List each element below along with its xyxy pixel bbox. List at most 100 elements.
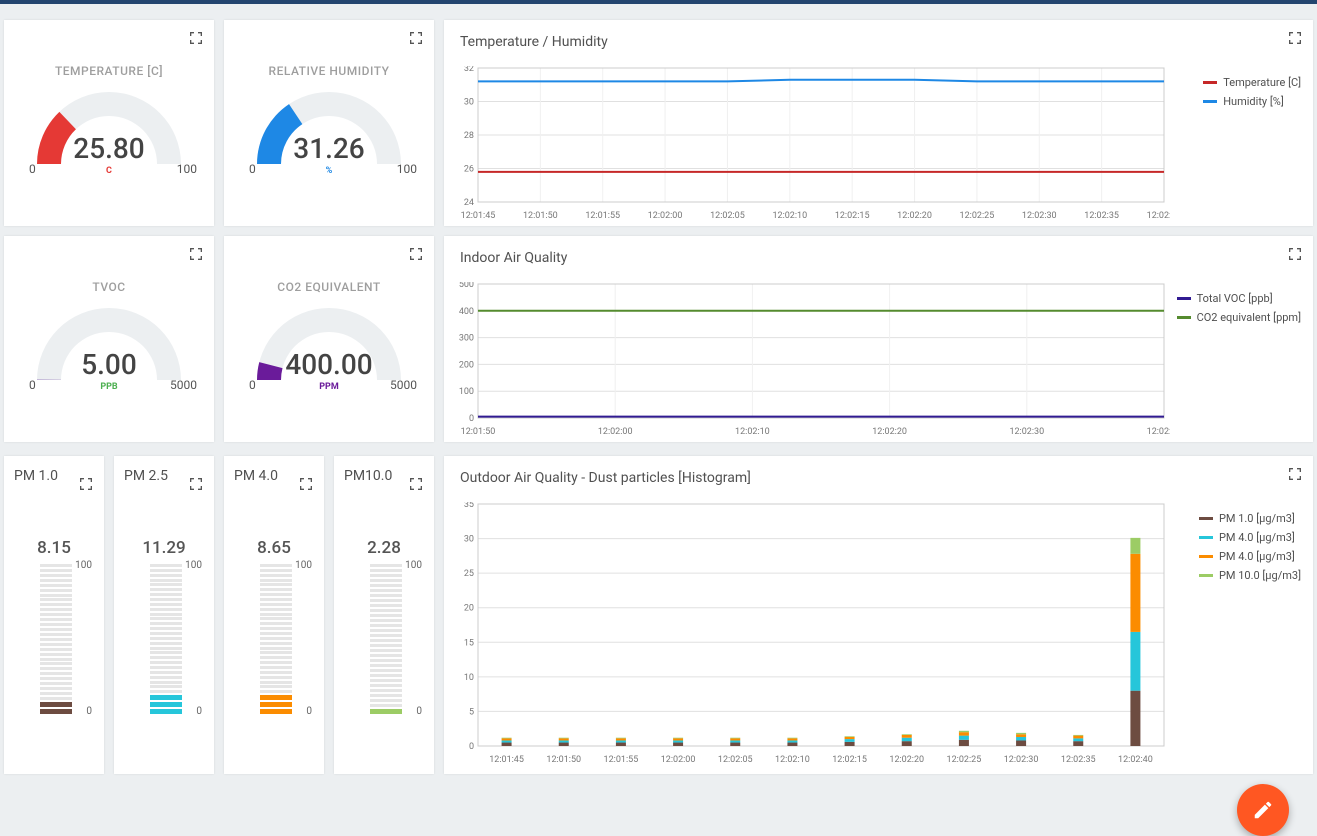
bar-min: 0 bbox=[306, 706, 312, 717]
expand-icon[interactable] bbox=[188, 246, 204, 262]
expand-icon[interactable] bbox=[188, 476, 204, 492]
svg-text:12:01:45: 12:01:45 bbox=[489, 755, 524, 765]
gauge-tvoc: 5.00 PPB 0 5000 bbox=[19, 300, 199, 390]
svg-text:5: 5 bbox=[469, 707, 474, 717]
gauge-title: TEMPERATURE [C] bbox=[4, 64, 214, 78]
fab-edit-button[interactable] bbox=[1237, 784, 1289, 836]
svg-text:12:02:40: 12:02:40 bbox=[1118, 755, 1153, 765]
bar-track bbox=[40, 564, 72, 714]
gauge-min: 0 bbox=[249, 162, 256, 176]
legend-label: PM 4.0 [µg/m3] bbox=[1219, 531, 1295, 544]
legend-item[interactable]: PM 1.0 [µg/m3] bbox=[1199, 512, 1301, 525]
svg-text:12:02:25: 12:02:25 bbox=[960, 211, 995, 221]
gauge-value: 31.26 bbox=[239, 132, 419, 165]
gauge-max: 5000 bbox=[170, 378, 197, 392]
chart-title: Temperature / Humidity bbox=[444, 20, 1313, 56]
svg-text:12:02:05: 12:02:05 bbox=[718, 755, 753, 765]
legend-label: Temperature [C] bbox=[1223, 76, 1301, 89]
legend-label: Humidity [%] bbox=[1223, 95, 1284, 108]
svg-text:35: 35 bbox=[464, 502, 474, 510]
legend-label: Total VOC [ppb] bbox=[1197, 292, 1273, 305]
svg-text:0: 0 bbox=[469, 414, 474, 424]
bar-track bbox=[150, 564, 182, 714]
svg-text:100: 100 bbox=[459, 387, 474, 397]
pencil-icon bbox=[1252, 799, 1274, 821]
card-temperature: TEMPERATURE [C] 25.80 C 0 100 bbox=[4, 20, 214, 226]
bar-min: 0 bbox=[86, 706, 92, 717]
svg-text:400: 400 bbox=[459, 307, 474, 317]
chart-legend: PM 1.0 [µg/m3] PM 4.0 [µg/m3] PM 4.0 [µg/m… bbox=[1199, 512, 1301, 588]
svg-text:30: 30 bbox=[464, 535, 474, 545]
svg-text:25: 25 bbox=[464, 569, 474, 579]
svg-text:12:02:05: 12:02:05 bbox=[710, 211, 745, 221]
svg-text:12:02:00: 12:02:00 bbox=[661, 755, 696, 765]
expand-icon[interactable] bbox=[1287, 246, 1303, 262]
svg-text:12:02:20: 12:02:20 bbox=[872, 427, 907, 437]
expand-icon[interactable] bbox=[1287, 30, 1303, 46]
gauge-value: 400.00 bbox=[239, 348, 419, 381]
bar-track bbox=[370, 564, 402, 714]
expand-icon[interactable] bbox=[1287, 466, 1303, 482]
svg-text:30: 30 bbox=[464, 98, 474, 108]
gauge-temperature: 25.80 C 0 100 bbox=[19, 84, 199, 174]
card-humidity: RELATIVE HUMIDITY 31.26 % 0 100 bbox=[224, 20, 434, 226]
svg-text:500: 500 bbox=[459, 282, 474, 290]
expand-icon[interactable] bbox=[408, 30, 424, 46]
legend-item[interactable]: Humidity [%] bbox=[1203, 95, 1301, 108]
expand-icon[interactable] bbox=[408, 246, 424, 262]
bar-track bbox=[260, 564, 292, 714]
card-pm10: PM10.0 2.28 100 0 bbox=[334, 456, 434, 774]
svg-text:12:02:30: 12:02:30 bbox=[1022, 211, 1057, 221]
gauge-co2: 400.00 PPM 0 5000 bbox=[239, 300, 419, 390]
bar-value: 8.65 bbox=[224, 538, 324, 558]
svg-text:12:02:30: 12:02:30 bbox=[1009, 427, 1044, 437]
bar-value: 2.28 bbox=[334, 538, 434, 558]
card-pm25: PM 2.5 11.29 100 0 bbox=[114, 456, 214, 774]
legend-label: PM 10.0 [µg/m3] bbox=[1219, 569, 1301, 582]
chart-oaq: 0510152025303512:01:4512:01:5012:01:5512… bbox=[450, 502, 1170, 766]
svg-text:12:02:35: 12:02:35 bbox=[1061, 755, 1096, 765]
chart-title: Indoor Air Quality bbox=[444, 236, 1313, 272]
svg-text:12:01:55: 12:01:55 bbox=[585, 211, 620, 221]
chart-legend: Temperature [C] Humidity [%] bbox=[1203, 76, 1301, 114]
gauge-unit: C bbox=[19, 166, 199, 176]
legend-item[interactable]: Total VOC [ppb] bbox=[1177, 292, 1301, 305]
card-tvoc: TVOC 5.00 PPB 0 5000 bbox=[4, 236, 214, 442]
gauge-max: 100 bbox=[397, 162, 417, 176]
svg-text:12:02:10: 12:02:10 bbox=[772, 211, 807, 221]
svg-text:12:02:20: 12:02:20 bbox=[897, 211, 932, 221]
expand-icon[interactable] bbox=[298, 476, 314, 492]
legend-item[interactable]: PM 10.0 [µg/m3] bbox=[1199, 569, 1301, 582]
card-pm1: PM 1.0 8.15 100 0 bbox=[4, 456, 104, 774]
bar-min: 0 bbox=[196, 706, 202, 717]
dashboard-grid: TEMPERATURE [C] 25.80 C 0 100 RELATIVE H… bbox=[0, 4, 1317, 830]
svg-text:12:01:50: 12:01:50 bbox=[546, 755, 581, 765]
gauge-min: 0 bbox=[29, 378, 36, 392]
svg-text:12:01:55: 12:01:55 bbox=[604, 755, 639, 765]
expand-icon[interactable] bbox=[188, 30, 204, 46]
svg-text:200: 200 bbox=[459, 360, 474, 370]
svg-text:0: 0 bbox=[469, 742, 474, 752]
legend-label: CO2 equivalent [ppm] bbox=[1197, 311, 1301, 324]
chart-iaq: 010020030040050012:01:5012:02:0012:02:10… bbox=[450, 282, 1170, 438]
svg-text:12:02:20: 12:02:20 bbox=[889, 755, 924, 765]
gauge-max: 5000 bbox=[390, 378, 417, 392]
chart-temp-hum: 242628303212:01:4512:01:5012:01:5512:02:… bbox=[450, 66, 1170, 222]
legend-item[interactable]: CO2 equivalent [ppm] bbox=[1177, 311, 1301, 324]
legend-item[interactable]: Temperature [C] bbox=[1203, 76, 1301, 89]
legend-item[interactable]: PM 4.0 [µg/m3] bbox=[1199, 550, 1301, 563]
svg-text:10: 10 bbox=[464, 673, 474, 683]
svg-text:300: 300 bbox=[459, 334, 474, 344]
chart-legend: Total VOC [ppb] CO2 equivalent [ppm] bbox=[1177, 292, 1301, 330]
bar-value: 11.29 bbox=[114, 538, 214, 558]
legend-item[interactable]: PM 4.0 [µg/m3] bbox=[1199, 531, 1301, 544]
expand-icon[interactable] bbox=[408, 476, 424, 492]
gauge-min: 0 bbox=[29, 162, 36, 176]
legend-label: PM 4.0 [µg/m3] bbox=[1219, 550, 1295, 563]
legend-label: PM 1.0 [µg/m3] bbox=[1219, 512, 1295, 525]
bar-max: 100 bbox=[75, 560, 92, 571]
gauge-min: 0 bbox=[249, 378, 256, 392]
expand-icon[interactable] bbox=[78, 476, 94, 492]
card-pm4: PM 4.0 8.65 100 0 bbox=[224, 456, 324, 774]
svg-text:12:01:50: 12:01:50 bbox=[523, 211, 558, 221]
